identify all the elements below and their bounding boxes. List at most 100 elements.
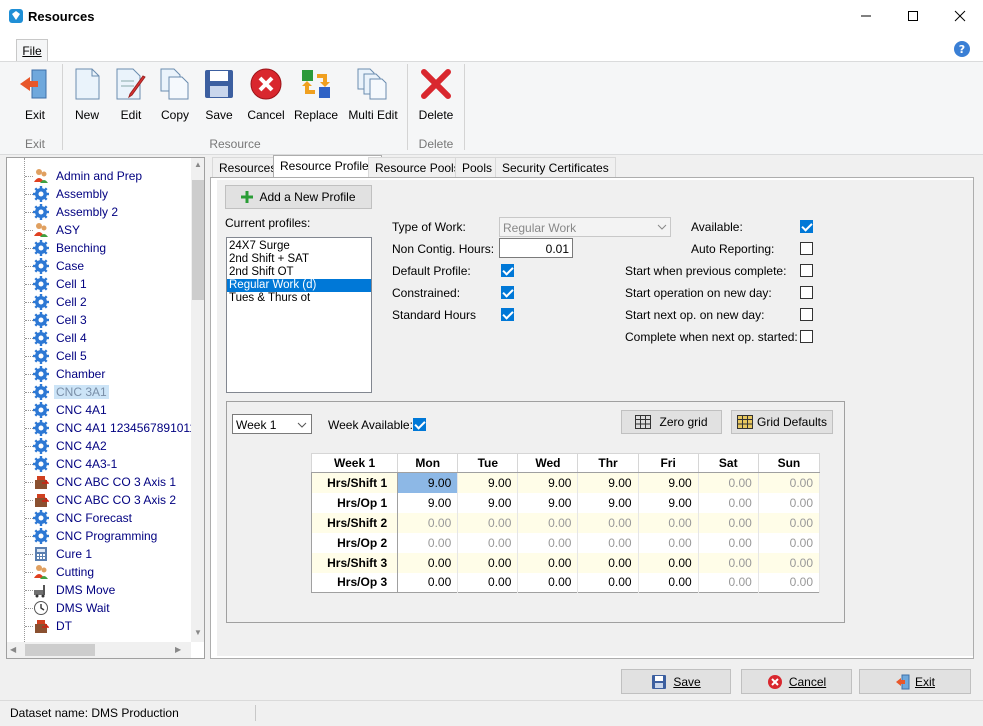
grid-cell[interactable]: 9.00 <box>517 472 579 493</box>
grid-cell[interactable]: 0.00 <box>698 512 759 533</box>
tree-item[interactable]: CNC 4A3-1 <box>33 455 119 473</box>
start-new-day-checkbox[interactable] <box>800 286 813 299</box>
tab-pools[interactable]: Pools <box>455 157 500 177</box>
footer-save-button[interactable]: Save <box>621 669 731 694</box>
ribbon-delete-button[interactable]: Delete <box>416 67 456 122</box>
tab-resource-pools[interactable]: Resource Pools <box>368 157 467 177</box>
grid-cell[interactable]: 0.00 <box>758 572 821 593</box>
profile-list-item[interactable]: 2nd Shift OT <box>227 266 371 279</box>
tree-item[interactable]: Cell 2 <box>33 293 89 311</box>
grid-cell[interactable]: 0.00 <box>638 532 699 553</box>
start-next-checkbox[interactable] <box>800 308 813 321</box>
tree-item[interactable]: CNC Forecast <box>33 509 134 527</box>
grid-cell[interactable]: 9.00 <box>457 472 519 493</box>
grid-cell[interactable]: 0.00 <box>758 472 821 493</box>
profile-list[interactable]: 24X7 Surge 2nd Shift + SAT 2nd Shift OT Reg… <box>226 237 372 393</box>
ribbon-copy-button[interactable]: Copy <box>157 67 193 122</box>
grid-cell[interactable]: 0.00 <box>577 572 639 593</box>
tree-item[interactable]: Cell 5 <box>33 347 89 365</box>
tree-item[interactable]: Cell 3 <box>33 311 89 329</box>
grid-cell[interactable]: 0.00 <box>397 532 459 553</box>
complete-next-checkbox[interactable] <box>800 330 813 343</box>
tree-item[interactable]: Benching <box>33 239 108 257</box>
grid-cell[interactable]: 9.00 <box>638 472 699 493</box>
tree-item[interactable]: Cell 1 <box>33 275 89 293</box>
type-of-work-select[interactable]: Regular Work <box>499 217 671 237</box>
grid-cell[interactable]: 9.00 <box>397 492 459 513</box>
tree-scroll-thumb[interactable] <box>192 180 204 300</box>
scroll-left-arrow-icon[interactable]: ◀ <box>10 645 16 654</box>
grid-cell[interactable]: 0.00 <box>758 492 821 513</box>
grid-cell[interactable]: 0.00 <box>638 512 699 533</box>
start-prev-checkbox[interactable] <box>800 264 813 277</box>
tree-item[interactable]: Case <box>33 257 86 275</box>
grid-cell[interactable]: 0.00 <box>457 552 519 573</box>
grid-cell[interactable]: 0.00 <box>698 572 759 593</box>
tree-item[interactable]: Assembly 2 <box>33 203 120 221</box>
tree-item[interactable]: Cell 4 <box>33 329 89 347</box>
grid-defaults-button[interactable]: Grid Defaults <box>731 410 833 434</box>
maximize-button[interactable] <box>890 0 936 32</box>
grid-cell[interactable]: 0.00 <box>577 532 639 553</box>
grid-cell[interactable]: 0.00 <box>457 512 519 533</box>
ribbon-save-button[interactable]: Save <box>202 67 236 122</box>
minimize-button[interactable] <box>843 0 889 32</box>
file-tab[interactable]: File <box>16 39 48 61</box>
tree-item[interactable]: CNC 4A1 12345678910111 <box>33 419 204 437</box>
scroll-right-arrow-icon[interactable]: ▶ <box>175 645 181 654</box>
week-hours-grid[interactable]: Week 1 Mon Tue Wed Thr Fri Sat Sun Hrs/Shift 19… <box>310 453 821 593</box>
tree-item[interactable]: CNC 4A2 <box>33 437 109 455</box>
ribbon-multi-edit-button[interactable]: Multi Edit <box>346 67 400 122</box>
tree-item[interactable]: Admin and Prep <box>33 167 144 185</box>
grid-cell[interactable]: 0.00 <box>517 512 579 533</box>
grid-cell[interactable]: 0.00 <box>397 572 459 593</box>
tree-item[interactable]: CNC ABC CO 3 Axis 1 <box>33 473 178 491</box>
ribbon-cancel-button[interactable]: Cancel <box>246 67 286 122</box>
grid-cell[interactable]: 0.00 <box>457 572 519 593</box>
grid-cell[interactable]: 0.00 <box>517 552 579 573</box>
profile-list-item[interactable]: Tues & Thurs ot <box>227 292 371 305</box>
grid-cell[interactable]: 9.00 <box>577 472 639 493</box>
grid-cell[interactable]: 0.00 <box>517 532 579 553</box>
tree-item[interactable]: DMS Wait <box>33 599 112 617</box>
ribbon-replace-button[interactable]: Replace <box>294 67 338 122</box>
tree-item[interactable]: DMS Move <box>33 581 117 599</box>
grid-cell[interactable]: 0.00 <box>638 572 699 593</box>
grid-cell[interactable]: 9.00 <box>517 492 579 513</box>
non-contig-hours-input[interactable]: 0.01 <box>499 238 573 258</box>
auto-reporting-checkbox[interactable] <box>800 242 813 255</box>
ribbon-new-button[interactable]: New <box>70 67 104 122</box>
grid-cell[interactable]: 0.00 <box>638 552 699 573</box>
ribbon-exit-button[interactable]: Exit <box>16 67 54 122</box>
grid-cell[interactable]: 0.00 <box>698 472 759 493</box>
standard-hours-checkbox[interactable] <box>501 308 514 321</box>
grid-cell[interactable]: 0.00 <box>397 552 459 573</box>
close-button[interactable] <box>937 0 983 32</box>
zero-grid-button[interactable]: Zero grid <box>621 410 722 434</box>
default-profile-checkbox[interactable] <box>501 264 514 277</box>
week-available-checkbox[interactable] <box>413 418 426 431</box>
tree-item[interactable]: Assembly <box>33 185 110 203</box>
tree-horizontal-scrollbar[interactable]: ◀ ▶ <box>7 642 191 658</box>
tree-item[interactable]: CNC ABC CO 3 Axis 2 <box>33 491 178 509</box>
tab-security-certificates[interactable]: Security Certificates <box>495 157 616 177</box>
tree-vertical-scrollbar[interactable]: ▲ ▼ <box>191 158 204 642</box>
tree-item[interactable]: DT <box>33 617 74 635</box>
footer-cancel-button[interactable]: Cancel <box>741 669 852 694</box>
tree-hscroll-thumb[interactable] <box>25 644 95 656</box>
grid-cell[interactable]: 9.00 <box>638 492 699 513</box>
grid-cell[interactable]: 9.00 <box>577 492 639 513</box>
grid-cell[interactable]: 0.00 <box>397 512 459 533</box>
grid-cell[interactable]: 0.00 <box>577 512 639 533</box>
tree-item[interactable]: CNC Programming <box>33 527 159 545</box>
constrained-checkbox[interactable] <box>501 286 514 299</box>
scroll-up-arrow-icon[interactable]: ▲ <box>194 160 202 169</box>
grid-cell[interactable]: 9.00 <box>397 472 459 493</box>
available-checkbox[interactable] <box>800 220 813 233</box>
tree-item[interactable]: Cutting <box>33 563 96 581</box>
grid-cell[interactable]: 0.00 <box>758 512 821 533</box>
scroll-down-arrow-icon[interactable]: ▼ <box>194 628 202 637</box>
help-icon[interactable]: ? <box>953 40 971 58</box>
profile-list-item[interactable]: 24X7 Surge <box>227 240 371 253</box>
grid-cell[interactable]: 0.00 <box>698 492 759 513</box>
